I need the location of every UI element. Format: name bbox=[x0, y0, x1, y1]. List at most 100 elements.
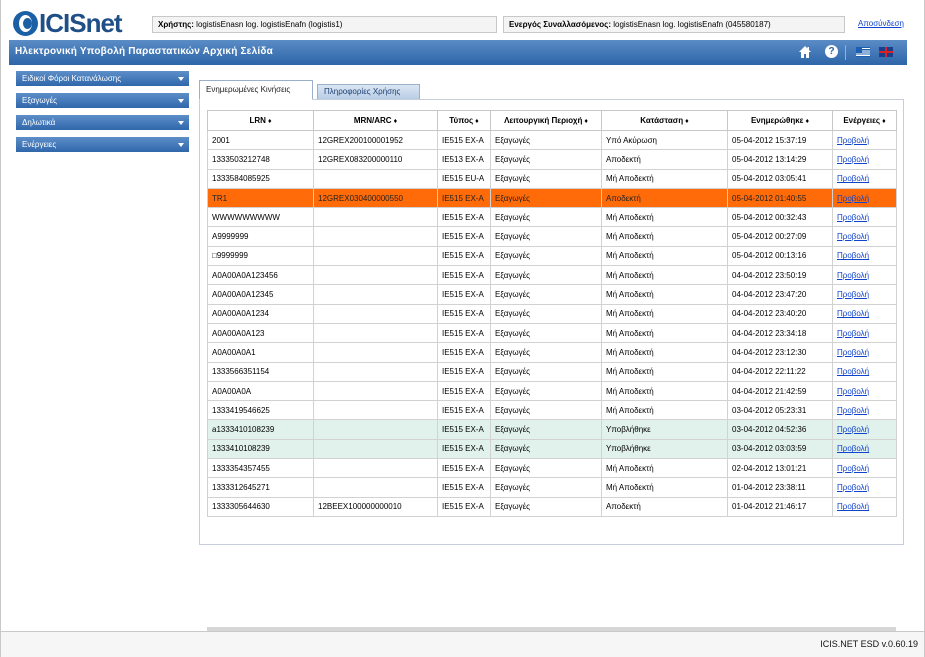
view-link[interactable]: Προβολή bbox=[837, 290, 869, 299]
table-row[interactable]: A0A00A0A12345 IE515 EX-A Εξαγωγές Μή Αποδεκ… bbox=[207, 284, 897, 305]
table-body: 2001 12GREX200100001952 IE515 EX-A Εξαγωγές… bbox=[207, 129, 897, 517]
cell-type: IE515 EX-A bbox=[437, 400, 491, 421]
cell-mrn: 12GREX200100001952 bbox=[313, 129, 438, 151]
cell-status: Υποβλήθηκε bbox=[601, 438, 728, 460]
table-row[interactable]: A0A00A0A123 IE515 EX-A Εξαγωγές Μή Αποδεκτή… bbox=[207, 322, 897, 344]
home-icon[interactable] bbox=[798, 45, 812, 59]
uk-flag-icon[interactable] bbox=[879, 47, 893, 57]
cell-lrn: 1333419546625 bbox=[207, 400, 314, 421]
cell-mrn bbox=[313, 419, 438, 440]
cell-updated: 04-04-2012 23:47:20 bbox=[727, 284, 833, 305]
cell-status: Μή Αποδεκτή bbox=[601, 458, 728, 479]
table-row[interactable]: A0A00A0A IE515 EX-A Εξαγωγές Μή Αποδεκτή 04-… bbox=[207, 380, 897, 402]
table-row[interactable]: 1333312645271 IE515 EX-A Εξαγωγές Μή Αποδεκ… bbox=[207, 477, 897, 498]
sidebar-item-exports[interactable]: Εξαγωγές bbox=[16, 93, 189, 108]
view-link[interactable]: Προβολή bbox=[837, 387, 869, 396]
cell-updated: 05-04-2012 13:14:29 bbox=[727, 149, 833, 170]
tab-updated-movements[interactable]: Ενημερωμένες Κινήσεις bbox=[199, 80, 313, 100]
table-row[interactable]: WWWWWWWWW IE515 EX-A Εξαγωγές Μή Αποδεκτή 05… bbox=[207, 207, 897, 228]
cell-area: Εξαγωγές bbox=[490, 438, 602, 460]
table-row[interactable]: 2001 12GREX200100001952 IE515 EX-A Εξαγωγές… bbox=[207, 129, 897, 151]
cell-updated: 04-04-2012 23:40:20 bbox=[727, 303, 833, 324]
column-header-area[interactable]: Λειτουργική Περιοχή ♦ bbox=[490, 110, 602, 131]
cell-lrn: A9999999 bbox=[207, 226, 314, 247]
chevron-down-icon bbox=[178, 121, 184, 125]
cell-type: IE515 EX-A bbox=[437, 284, 491, 305]
view-link[interactable]: Προβολή bbox=[837, 502, 869, 511]
view-link[interactable]: Προβολή bbox=[837, 136, 869, 145]
view-link[interactable]: Προβολή bbox=[837, 464, 869, 473]
sidebar-item-excise[interactable]: Ειδικοί Φόροι Κατανάλωσης bbox=[16, 71, 189, 86]
current-user-box: Χρήστης: logistisEnasn log. logistisEnaf… bbox=[152, 16, 497, 33]
view-link[interactable]: Προβολή bbox=[837, 483, 869, 492]
view-link[interactable]: Προβολή bbox=[837, 213, 869, 222]
cell-type: IE515 EX-A bbox=[437, 187, 491, 209]
table-row[interactable]: A0A00A0A1 IE515 EX-A Εξαγωγές Μή Αποδεκτή 04… bbox=[207, 342, 897, 363]
sidebar-item-label: Ειδικοί Φόροι Κατανάλωσης bbox=[22, 74, 122, 83]
view-link[interactable]: Προβολή bbox=[837, 329, 869, 338]
view-link[interactable]: Προβολή bbox=[837, 232, 869, 241]
view-link[interactable]: Προβολή bbox=[837, 348, 869, 357]
greek-flag-icon[interactable] bbox=[856, 47, 870, 57]
cell-mrn: 12BEEX100000000010 bbox=[313, 496, 438, 517]
table-row[interactable]: 1333354357455 IE515 EX-A Εξαγωγές Μή Αποδεκ… bbox=[207, 458, 897, 479]
cell-lrn: □9999999 bbox=[207, 245, 314, 267]
view-link[interactable]: Προβολή bbox=[837, 425, 869, 434]
cell-updated: 05-04-2012 00:32:43 bbox=[727, 207, 833, 228]
tab-usage-info[interactable]: Πληροφορίες Χρήσης bbox=[317, 84, 420, 100]
movements-panel: LRN ♦ MRN/ARC ♦ Τύπος ♦ Λειτουργική Περιοχή… bbox=[199, 99, 904, 634]
table-row[interactable]: 1333584085925 IE515 EU-A Εξαγωγές Μή Αποδεκ… bbox=[207, 168, 897, 189]
cell-status: Μή Αποδεκτή bbox=[601, 477, 728, 498]
table-row[interactable]: A0A00A0A1234 IE515 EX-A Εξαγωγές Μή Αποδεκτ… bbox=[207, 303, 897, 324]
view-link[interactable]: Προβολή bbox=[837, 271, 869, 280]
help-icon[interactable]: ? bbox=[825, 45, 838, 58]
cell-area: Εξαγωγές bbox=[490, 207, 602, 228]
logout-link[interactable]: Αποσύνδεση bbox=[858, 19, 904, 28]
view-link[interactable]: Προβολή bbox=[837, 444, 869, 453]
view-link[interactable]: Προβολή bbox=[837, 406, 869, 415]
cell-area: Εξαγωγές bbox=[490, 458, 602, 479]
cell-area: Εξαγωγές bbox=[490, 265, 602, 286]
cell-area: Εξαγωγές bbox=[490, 245, 602, 267]
sidebar-item-declarations[interactable]: Δηλωτικά bbox=[16, 115, 189, 130]
cell-status: Μή Αποδεκτή bbox=[601, 380, 728, 402]
cell-action: Προβολή bbox=[832, 380, 897, 402]
table-row[interactable]: 1333503212748 12GREX083200000110 IE513 EX-… bbox=[207, 149, 897, 170]
table-row[interactable]: TR1 12GREX030400000550 IE515 EX-A Εξαγωγές Α… bbox=[207, 187, 897, 209]
cell-type: IE515 EX-A bbox=[437, 361, 491, 382]
cell-updated: 05-04-2012 01:40:55 bbox=[727, 187, 833, 209]
table-row[interactable]: 1333566351154 IE515 EX-A Εξαγωγές Μή Αποδεκ… bbox=[207, 361, 897, 382]
table-row[interactable]: 1333410108239 IE515 EX-A Εξαγωγές Υποβλήθηκ… bbox=[207, 438, 897, 460]
cell-action: Προβολή bbox=[832, 226, 897, 247]
table-row[interactable]: a1333410108239 IE515 EX-A Εξαγωγές Υποβλήθη… bbox=[207, 419, 897, 440]
cell-mrn bbox=[313, 438, 438, 460]
cell-type: IE515 EX-A bbox=[437, 477, 491, 498]
cell-status: Μή Αποδεκτή bbox=[601, 303, 728, 324]
table-row[interactable]: A9999999 IE515 EX-A Εξαγωγές Μή Αποδεκτή 05-… bbox=[207, 226, 897, 247]
column-header-mrn[interactable]: MRN/ARC ♦ bbox=[313, 110, 438, 131]
column-header-lrn[interactable]: LRN ♦ bbox=[207, 110, 314, 131]
sidebar-item-actions[interactable]: Ενέργειες bbox=[16, 137, 189, 152]
trader-value: logistisEnasn log. logistisEnafn (045580… bbox=[613, 20, 771, 29]
view-link[interactable]: Προβολή bbox=[837, 251, 869, 260]
column-header-updated[interactable]: Ενημερώθηκε ♦ bbox=[727, 110, 833, 131]
table-row[interactable]: 1333419546625 IE515 EX-A Εξαγωγές Μή Αποδεκ… bbox=[207, 400, 897, 421]
table-row[interactable]: 1333305644630 12BEEX100000000010 IE515 EX-… bbox=[207, 496, 897, 517]
column-header-actions[interactable]: Ενέργειες ♦ bbox=[832, 110, 897, 131]
cell-type: IE515 EX-A bbox=[437, 207, 491, 228]
cell-updated: 05-04-2012 03:05:41 bbox=[727, 168, 833, 189]
logo-text: ICISnet bbox=[39, 7, 123, 38]
view-link[interactable]: Προβολή bbox=[837, 174, 869, 183]
app-window: ICISnet Χρήστης: logistisEnasn log. logi… bbox=[0, 0, 925, 657]
view-link[interactable]: Προβολή bbox=[837, 194, 869, 203]
view-link[interactable]: Προβολή bbox=[837, 367, 869, 376]
table-row[interactable]: □9999999 IE515 EX-A Εξαγωγές Μή Αποδεκτή 05-… bbox=[207, 245, 897, 267]
column-header-type[interactable]: Τύπος ♦ bbox=[437, 110, 491, 131]
view-link[interactable]: Προβολή bbox=[837, 155, 869, 164]
table-row[interactable]: A0A00A0A123456 IE515 EX-A Εξαγωγές Μή Αποδε… bbox=[207, 265, 897, 286]
cell-status: Μή Αποδεκτή bbox=[601, 322, 728, 344]
column-header-status[interactable]: Κατάσταση ♦ bbox=[601, 110, 728, 131]
cell-lrn: 1333566351154 bbox=[207, 361, 314, 382]
user-label: Χρήστης: bbox=[158, 20, 194, 29]
view-link[interactable]: Προβολή bbox=[837, 309, 869, 318]
